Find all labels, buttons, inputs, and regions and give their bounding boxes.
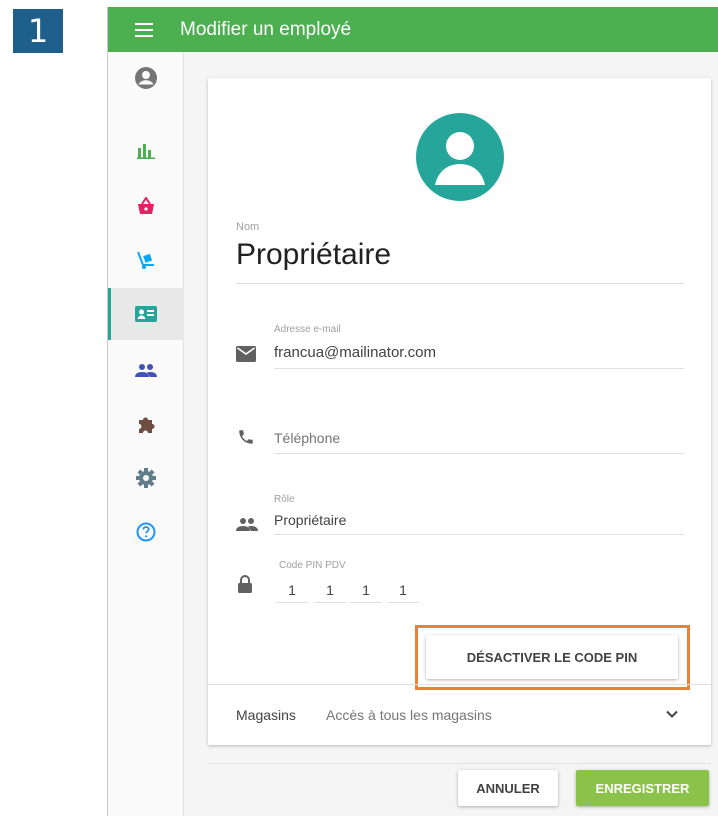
mail-icon bbox=[236, 346, 256, 362]
sidebar-item-help[interactable] bbox=[108, 506, 184, 558]
pin-label: Code PIN PDV bbox=[279, 560, 346, 571]
sidebar-item-reports[interactable] bbox=[108, 125, 184, 177]
role-select[interactable]: Propriétaire bbox=[274, 512, 346, 528]
lock-icon bbox=[238, 575, 252, 593]
sidebar-item-inventory[interactable] bbox=[108, 234, 184, 286]
name-label: Nom bbox=[236, 221, 260, 233]
save-button[interactable]: ENREGISTRER bbox=[576, 770, 709, 806]
sidebar-item-employees[interactable] bbox=[108, 288, 184, 340]
cart-dolly-icon bbox=[137, 251, 154, 269]
phone-input[interactable]: Téléphone bbox=[274, 430, 340, 446]
top-app-bar: Modifier un employé bbox=[108, 7, 718, 52]
bar-chart-icon bbox=[137, 144, 155, 159]
employee-avatar bbox=[416, 113, 504, 201]
email-input[interactable]: francua@mailinator.com bbox=[274, 344, 436, 361]
hamburger-menu-icon[interactable] bbox=[108, 7, 180, 52]
cancel-button[interactable]: ANNULER bbox=[458, 770, 558, 806]
step-number-badge: 1 bbox=[13, 9, 63, 53]
app-window: Modifier un employé Nom Propriétaire Adr… bbox=[107, 7, 718, 816]
sidebar-item-items[interactable] bbox=[108, 180, 184, 232]
account-circle-icon bbox=[135, 67, 157, 89]
role-underline bbox=[274, 534, 684, 535]
sidebar-item-profile[interactable] bbox=[108, 52, 184, 104]
sidebar-item-integrations[interactable] bbox=[108, 398, 184, 450]
role-label: Rôle bbox=[274, 494, 295, 505]
sidebar-nav bbox=[108, 52, 184, 816]
stores-value: Accès à tous les magasins bbox=[326, 707, 492, 723]
stores-row[interactable]: Magasins Accès à tous les magasins bbox=[208, 684, 711, 745]
id-badge-icon bbox=[135, 306, 157, 322]
puzzle-icon bbox=[139, 417, 155, 433]
phone-underline bbox=[274, 453, 684, 454]
pin-digit-2[interactable]: 1 bbox=[314, 582, 346, 598]
pin-digit-4[interactable]: 1 bbox=[387, 582, 419, 598]
sidebar-item-settings[interactable] bbox=[108, 452, 184, 504]
employee-form-card: Nom Propriétaire Adresse e-mail francua@… bbox=[208, 78, 711, 745]
page-title: Modifier un employé bbox=[180, 18, 352, 40]
help-circle-icon bbox=[136, 522, 156, 542]
email-underline bbox=[274, 368, 684, 369]
people-icon bbox=[236, 518, 258, 531]
sidebar-item-customers[interactable] bbox=[108, 344, 184, 396]
name-input[interactable]: Propriétaire bbox=[236, 238, 391, 272]
basket-icon bbox=[138, 197, 154, 214]
email-label: Adresse e-mail bbox=[274, 324, 341, 335]
name-underline bbox=[236, 283, 684, 284]
highlight-annotation-box bbox=[415, 625, 690, 690]
main-content: Nom Propriétaire Adresse e-mail francua@… bbox=[184, 52, 718, 816]
pin-underline-2 bbox=[314, 602, 346, 603]
footer-divider bbox=[208, 763, 711, 764]
pin-digit-3[interactable]: 1 bbox=[350, 582, 382, 598]
people-icon bbox=[135, 364, 157, 377]
pin-underline-4 bbox=[387, 602, 419, 603]
chevron-down-icon[interactable] bbox=[663, 705, 681, 723]
pin-underline-3 bbox=[350, 602, 382, 603]
phone-icon bbox=[239, 430, 253, 444]
stores-label: Magasins bbox=[236, 707, 296, 723]
gear-icon bbox=[136, 468, 156, 488]
pin-digit-1[interactable]: 1 bbox=[276, 582, 308, 598]
pin-underline-1 bbox=[276, 602, 308, 603]
